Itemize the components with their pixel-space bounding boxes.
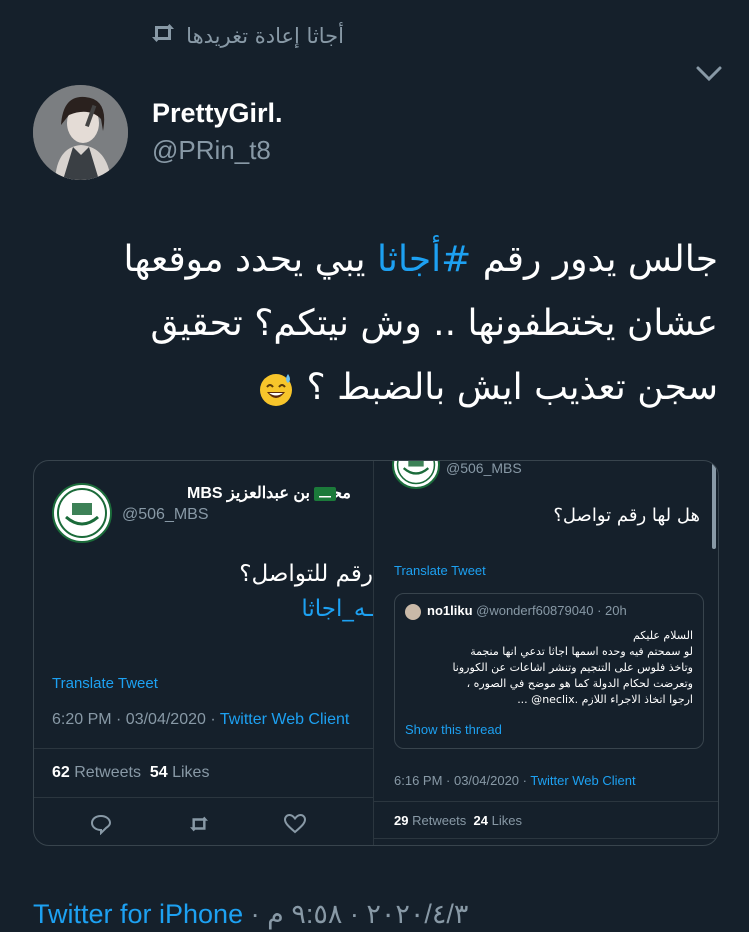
tweet-line-3: سجن تعذيب ايش بالضبط ؟	[28, 356, 718, 420]
tweet-text: جالس يدور رقم #أجاثا يبي يحدد موقعها عشا…	[28, 228, 718, 420]
embedded-right-stats: 29 Retweets 24 Likes	[394, 813, 522, 828]
client-link[interactable]: Twitter Web Client	[220, 711, 350, 728]
retweets-label: Retweets	[412, 813, 467, 828]
tweet-text-part: جالس يدور رقم	[471, 239, 718, 280]
embedded-right-handle: @506_MBS	[446, 461, 522, 476]
retweets-label: Retweets	[74, 764, 141, 781]
like-icon[interactable]	[284, 814, 306, 834]
chevron-down-icon[interactable]	[695, 64, 723, 84]
retweet-header-text: أجاثا إعادة تغريدها	[186, 23, 344, 48]
seal-avatar	[392, 461, 440, 489]
saudi-flag-icon	[314, 487, 336, 501]
likes-label: Likes	[491, 813, 522, 828]
author-handle[interactable]: @PRin_t8	[152, 135, 271, 166]
quoted-line: السلام عليكم	[632, 629, 693, 642]
quoted-handle: @wonderf60879040	[476, 603, 594, 618]
timestamp-text: 6:16 PM · 03/04/2020 ·	[394, 773, 531, 788]
divider	[34, 797, 373, 798]
source-client-link[interactable]: Twitter for iPhone	[33, 899, 243, 929]
quoted-tweet[interactable]: no1liku @wonderf60879040 · 20h السلام عل…	[394, 593, 704, 749]
quoted-header: no1liku @wonderf60879040 · 20h	[427, 603, 627, 618]
embedded-left-text-line-2: ـه_اجاثا	[301, 596, 373, 622]
author-display-name[interactable]: PrettyGirl.	[152, 98, 283, 129]
tweet-timestamp: · ٢٠٢٠/٤/٣ · ٩:٥٨ م	[243, 899, 469, 929]
hashtag-link[interactable]: #أجاثا	[377, 239, 471, 280]
retweets-count: 29	[394, 813, 409, 828]
tweet-text-part: سجن تعذيب ايش بالضبط ؟	[306, 367, 718, 408]
tweet-line-2: عشان يختطفونها .. وش نيتكم؟ تحقيق	[150, 303, 718, 344]
embedded-left-handle: @506_MBS	[122, 506, 209, 523]
quoted-time: · 20h	[597, 603, 627, 618]
scrollbar[interactable]	[712, 461, 716, 549]
embedded-tweet-screenshot-left[interactable]: محمد بن عبدالعزيز MBS @506_MBS رقم للتوا…	[34, 461, 373, 845]
embedded-right-text: هل لها رقم تواصل؟	[553, 505, 700, 526]
reply-icon[interactable]	[90, 813, 112, 835]
quoted-body: السلام عليكم لو سمحتم فيه وحده اسمها اجا…	[403, 628, 693, 708]
likes-count: 54	[149, 764, 168, 781]
translate-tweet-link[interactable]: Translate Tweet	[394, 563, 486, 578]
quoted-line: لو سمحتم فيه وحده اسمها اجاثا تدعي انها …	[470, 645, 693, 658]
divider	[34, 748, 373, 749]
sweat-smile-emoji	[260, 374, 293, 406]
likes-label: Likes	[172, 764, 210, 781]
retweet-icon	[150, 22, 176, 49]
retweet-header[interactable]: أجاثا إعادة تغريدها	[150, 22, 344, 49]
embedded-right-timestamp: 6:16 PM · 03/04/2020 · Twitter Web Clien…	[394, 773, 636, 788]
client-link[interactable]: Twitter Web Client	[530, 773, 635, 788]
embedded-left-stats: 62 Retweets 54 Likes	[52, 764, 209, 782]
translate-tweet-link[interactable]: Translate Tweet	[52, 675, 158, 692]
quoted-line: وتاخذ فلوس على التنجيم وتنشر اشاعات عن ا…	[452, 661, 693, 674]
quoted-line: ارجوا اتخاذ الاجراء اللازم .neclix@ ...	[517, 693, 693, 706]
tweet-text-part: يبي يحدد موقعها	[123, 239, 377, 280]
divider	[374, 801, 718, 802]
tweet-line-1: جالس يدور رقم #أجاثا يبي يحدد موقعها	[28, 228, 718, 292]
avatar[interactable]	[33, 85, 128, 180]
embedded-left-text-line-1: رقم للتواصل؟	[239, 561, 373, 587]
tweet-meta: Twitter for iPhone · ٢٠٢٠/٤/٣ · ٩:٥٨ م	[33, 899, 468, 930]
quoted-name: no1liku	[427, 603, 473, 618]
retweets-count: 62	[52, 764, 70, 781]
retweet-icon[interactable]	[187, 815, 211, 833]
show-thread-link[interactable]: Show this thread	[405, 722, 502, 737]
divider	[374, 838, 718, 839]
likes-count: 24	[473, 813, 488, 828]
embedded-left-timestamp: 6:20 PM · 03/04/2020 · Twitter Web Clien…	[52, 711, 349, 729]
seal-avatar	[52, 483, 112, 543]
embedded-tweet-screenshot-right[interactable]: @506_MBS هل لها رقم تواصل؟ Translate Twe…	[374, 461, 718, 845]
media-card[interactable]: محمد بن عبدالعزيز MBS @506_MBS رقم للتوا…	[33, 460, 719, 846]
quoted-avatar	[405, 604, 421, 620]
timestamp-text: 6:20 PM · 03/04/2020 ·	[52, 711, 220, 728]
quoted-line: وتعرضت لحكام الدولة كما هو موضح في الصور…	[466, 677, 693, 690]
